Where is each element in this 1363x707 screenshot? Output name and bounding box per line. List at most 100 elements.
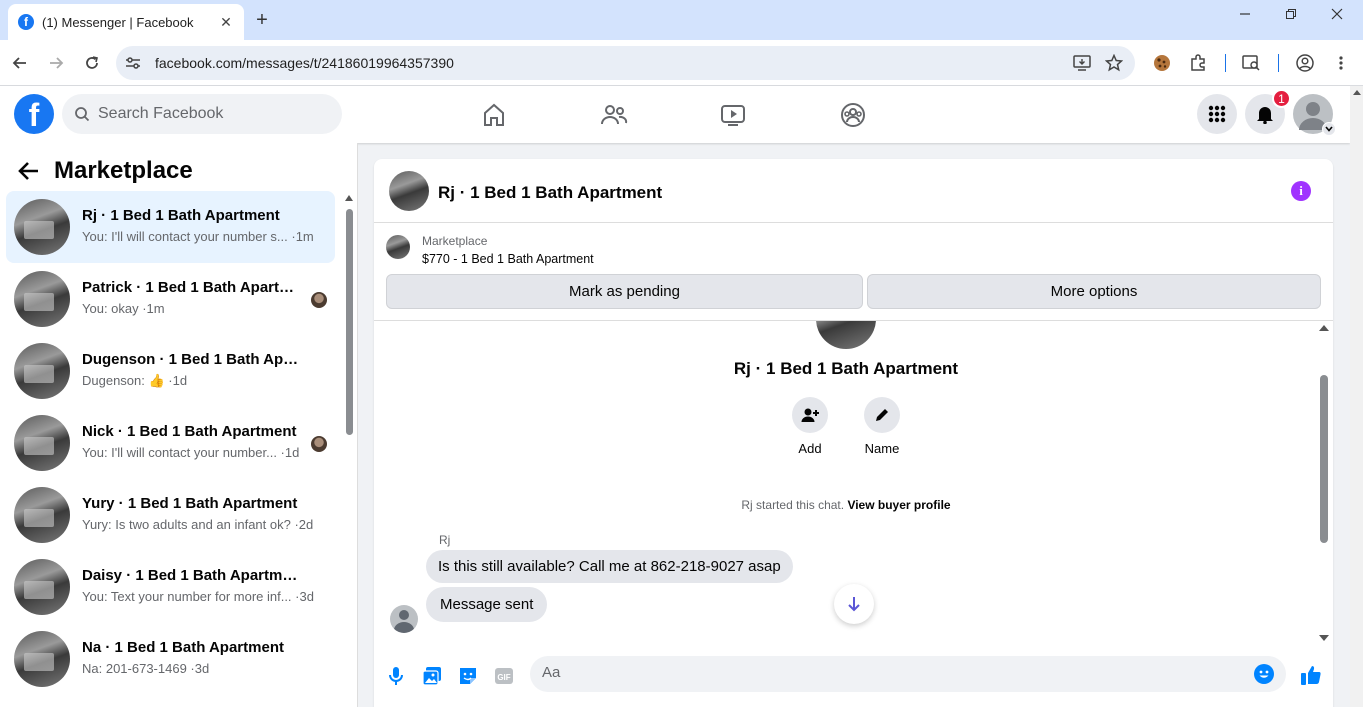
message-bubble[interactable]: Message sent (426, 587, 548, 622)
pencil-icon[interactable] (864, 397, 900, 433)
more-options-button[interactable]: More options (867, 274, 1321, 309)
reading-mode-icon[interactable] (1240, 52, 1262, 74)
thumbs-up-icon[interactable] (1299, 663, 1323, 687)
add-label: Add (798, 441, 822, 456)
back-arrow-icon[interactable] (18, 161, 42, 181)
add-action[interactable]: Add (780, 397, 840, 456)
profile-avatar (816, 321, 876, 349)
home-nav-icon[interactable] (477, 98, 511, 132)
conversation-item[interactable]: Na · 1 Bed 1 Bath Apartment Na: 201-673-… (6, 623, 335, 695)
photo-gallery-icon[interactable] (421, 665, 443, 687)
groups-nav-icon[interactable] (836, 98, 870, 132)
conversation-preview: You: Text your number for more inf... ·3… (82, 589, 314, 604)
conversation-item[interactable]: Rj · 1 Bed 1 Bath Apartment You: I'll wi… (6, 191, 335, 263)
url-text: facebook.com/messages/t/2418601996435739… (155, 55, 454, 71)
marketplace-label: Marketplace (422, 234, 488, 248)
chat-avatar[interactable] (389, 171, 429, 211)
chrome-menu-icon[interactable] (1330, 52, 1352, 74)
facebook-search[interactable] (62, 94, 342, 134)
scroll-to-bottom-button[interactable] (834, 584, 874, 624)
extensions-icon[interactable] (1187, 52, 1209, 74)
message-input-box[interactable] (530, 656, 1286, 692)
facebook-favicon-icon: f (18, 14, 34, 30)
facebook-logo-icon[interactable]: f (14, 94, 54, 134)
restore-icon[interactable] (1285, 8, 1305, 20)
add-person-icon[interactable] (792, 397, 828, 433)
message-composer: GIF (374, 645, 1333, 707)
marketplace-listing-bar: Marketplace $770 - 1 Bed 1 Bath Apartmen… (374, 223, 1333, 321)
read-receipt-avatar (311, 292, 327, 308)
conversation-item[interactable]: Yury · 1 Bed 1 Bath Apartment Yury: Is t… (6, 479, 335, 551)
message-bubble[interactable]: Is this still available? Call me at 862-… (426, 550, 793, 583)
tab-title: (1) Messenger | Facebook (42, 14, 194, 30)
conversation-preview: You: I'll will contact your number... ·1… (82, 445, 300, 460)
bookmark-star-icon[interactable] (1103, 52, 1125, 74)
conversation-item[interactable]: Dugenson · 1 Bed 1 Bath Apartm... Dugens… (6, 335, 335, 407)
conversation-name: Rj · 1 Bed 1 Bath Apartment (82, 207, 280, 224)
forward-icon[interactable] (45, 52, 67, 74)
reload-icon[interactable] (81, 52, 103, 74)
conversation-preview: You: okay ·1m (82, 301, 165, 316)
name-label: Name (864, 441, 900, 456)
message-input[interactable] (542, 664, 1232, 681)
listing-thumbnail (14, 271, 70, 327)
message-scrollbar[interactable] (1318, 321, 1330, 645)
gif-icon[interactable]: GIF (493, 665, 515, 687)
address-bar[interactable]: facebook.com/messages/t/2418601996435739… (116, 46, 1135, 80)
mark-as-pending-button[interactable]: Mark as pending (386, 274, 863, 309)
search-input[interactable] (98, 105, 318, 123)
back-icon[interactable] (9, 52, 31, 74)
conversation-name: Yury · 1 Bed 1 Bath Apartment (82, 495, 298, 512)
page-scrollbar[interactable] (1350, 86, 1363, 707)
minimize-icon[interactable] (1239, 8, 1259, 20)
chat-panel: Rj · 1 Bed 1 Bath Apartment i Marketplac… (374, 159, 1333, 707)
account-avatar[interactable] (1293, 94, 1336, 136)
profile-icon[interactable] (1294, 52, 1316, 74)
menu-grid-icon[interactable] (1197, 94, 1237, 134)
conversation-item[interactable]: Daisy · 1 Bed 1 Bath Apartment You: Text… (6, 551, 335, 623)
browser-tab[interactable]: f (1) Messenger | Facebook ✕ (8, 4, 244, 40)
info-icon[interactable]: i (1291, 181, 1311, 201)
window-close-icon[interactable] (1331, 8, 1351, 20)
listing-thumbnail (14, 559, 70, 615)
listing-thumbnail (14, 415, 70, 471)
listing-thumbnail (386, 235, 410, 259)
cookie-extension-icon[interactable] (1151, 52, 1173, 74)
search-icon (75, 107, 90, 122)
marketplace-title: Marketplace (54, 157, 193, 184)
conversation-item[interactable]: Patrick · 1 Bed 1 Bath Apartme... You: o… (6, 263, 335, 335)
listing-thumbnail (14, 487, 70, 543)
svg-text:GIF: GIF (497, 673, 510, 682)
account-chevron-down-icon[interactable] (1322, 122, 1336, 136)
chat-header: Rj · 1 Bed 1 Bath Apartment i (374, 159, 1333, 223)
chat-started-note: Rj started this chat. View buyer profile (374, 498, 1318, 512)
sender-name: Rj (439, 533, 451, 547)
sticker-icon[interactable] (457, 665, 479, 687)
install-app-icon[interactable] (1071, 52, 1093, 74)
site-settings-icon[interactable] (120, 50, 146, 76)
notifications-bell-icon[interactable]: 1 (1245, 89, 1291, 134)
microphone-icon[interactable] (385, 665, 407, 687)
conversation-item[interactable]: Nick · 1 Bed 1 Bath Apartment You: I'll … (6, 407, 335, 479)
conversation-list-scrollbar[interactable] (345, 195, 353, 707)
emoji-icon[interactable] (1254, 664, 1274, 684)
tab-close-icon[interactable]: ✕ (218, 14, 234, 31)
listing-price-title[interactable]: $770 - 1 Bed 1 Bath Apartment (422, 252, 594, 266)
conversation-preview: Dugenson: 👍 ·1d (82, 373, 188, 388)
listing-thumbnail (14, 631, 70, 687)
conversation-preview: You: I'll will contact your number s... … (82, 229, 314, 244)
view-buyer-profile-link[interactable]: View buyer profile (847, 498, 950, 512)
browser-tab-bar: f (1) Messenger | Facebook ✕ + (0, 0, 1363, 40)
listing-thumbnail (14, 343, 70, 399)
sender-avatar (390, 605, 418, 633)
browser-toolbar: facebook.com/messages/t/2418601996435739… (0, 40, 1363, 86)
chat-title[interactable]: Rj · 1 Bed 1 Bath Apartment (438, 183, 662, 203)
friends-nav-icon[interactable] (597, 98, 631, 132)
conversation-preview: Na: 201-673-1469 ·3d (82, 661, 210, 676)
conversation-name: Patrick · 1 Bed 1 Bath Apartme... (82, 279, 302, 296)
name-action[interactable]: Name (852, 397, 912, 456)
watch-nav-icon[interactable] (716, 98, 750, 132)
toolbar-divider (1225, 54, 1226, 72)
profile-name: Rj · 1 Bed 1 Bath Apartment (733, 359, 959, 378)
new-tab-button[interactable]: + (252, 9, 272, 31)
